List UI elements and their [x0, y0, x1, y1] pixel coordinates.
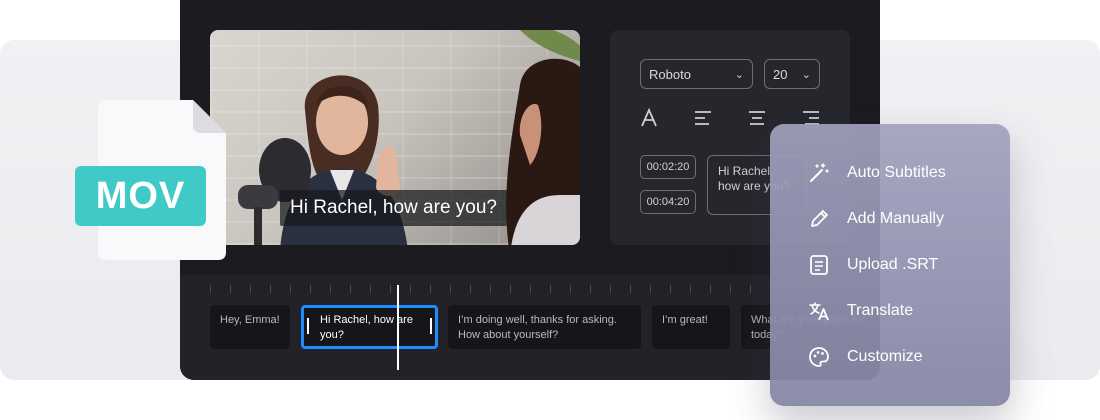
- subtitle-clip-selected[interactable]: Hi Rachel, how are you?: [301, 305, 438, 349]
- end-time-field[interactable]: 00:04:20: [640, 190, 696, 214]
- subtitle-clip[interactable]: I’m great!: [652, 305, 730, 349]
- menu-item-upload-srt[interactable]: Upload .SRT: [808, 250, 938, 280]
- menu-item-translate[interactable]: Translate: [808, 296, 913, 326]
- font-size-value: 20: [773, 66, 788, 82]
- align-left-icon[interactable]: [693, 108, 713, 128]
- menu-item-customize[interactable]: Customize: [808, 342, 923, 372]
- align-center-icon[interactable]: [747, 108, 767, 128]
- magic-wand-icon: [810, 163, 829, 182]
- pencil-icon: [811, 210, 828, 227]
- translate-icon: [809, 302, 829, 321]
- menu-item-label: Translate: [847, 302, 914, 319]
- timeline-ruler: [210, 285, 850, 293]
- font-family-value: Roboto: [649, 66, 691, 82]
- chevron-down-icon: ⌄: [801, 68, 811, 81]
- menu-item-label: Customize: [847, 348, 923, 365]
- subtitle-clip[interactable]: Hey, Emma!: [210, 305, 290, 349]
- palette-icon: [809, 347, 829, 367]
- menu-item-label: Upload .SRT: [847, 256, 939, 273]
- start-time-field[interactable]: 00:02:20: [640, 155, 696, 179]
- playhead[interactable]: [397, 285, 399, 370]
- font-size-select[interactable]: 20 ⌄: [764, 59, 820, 89]
- menu-item-label: Add Manually: [847, 210, 944, 227]
- text-color-icon[interactable]: [640, 108, 658, 128]
- font-family-select[interactable]: Roboto ⌄: [640, 59, 753, 89]
- chevron-down-icon: ⌄: [734, 68, 744, 81]
- video-preview[interactable]: Hi Rachel, how are you?: [210, 30, 580, 245]
- file-format-badge: MOV: [75, 166, 206, 226]
- video-caption: Hi Rachel, how are you?: [280, 190, 507, 226]
- menu-item-label: Auto Subtitles: [847, 164, 946, 181]
- menu-item-add-manually[interactable]: Add Manually: [808, 204, 944, 234]
- document-icon: [810, 255, 828, 275]
- subtitle-clip[interactable]: I’m doing well, thanks for asking. How a…: [448, 305, 641, 349]
- menu-item-auto-subtitles[interactable]: Auto Subtitles: [808, 158, 946, 188]
- subtitle-actions-menu: Auto Subtitles Add Manually Upload .SRT …: [770, 124, 1010, 406]
